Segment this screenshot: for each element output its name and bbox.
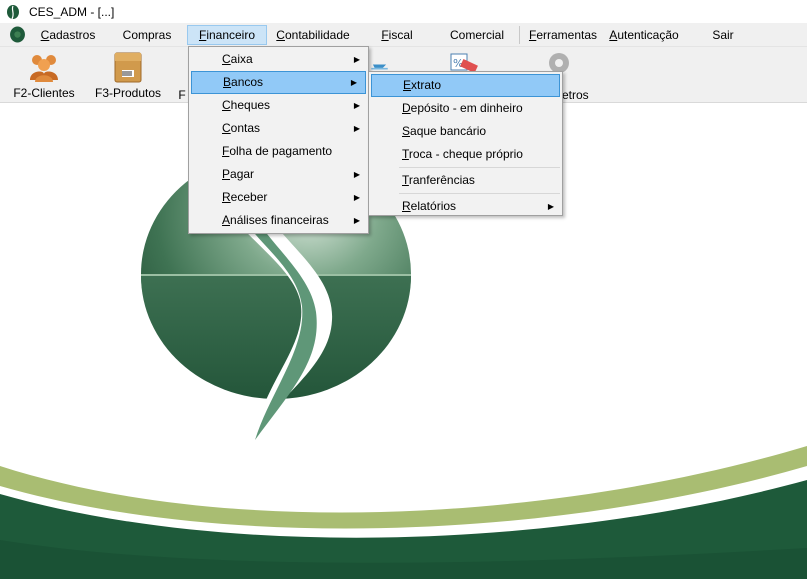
- toolbar-clientes-label: F2-Clientes: [13, 86, 75, 100]
- toolbar-produtos-button[interactable]: F3-Produtos: [92, 50, 164, 102]
- menu-bar: Cadastros Compras Financeiro Contabilida…: [0, 23, 807, 47]
- menu-item-contas[interactable]: Contas ▶: [189, 117, 368, 140]
- financeiro-dropdown-menu: Caixa ▶ Bancos ▶ Cheques ▶ Contas ▶ Folh…: [188, 46, 369, 234]
- menu-autenticacao[interactable]: Autenticação: [605, 25, 683, 45]
- menu-compras[interactable]: Compras: [115, 25, 179, 45]
- menu-item-relatorios[interactable]: Relatórios ▶: [369, 195, 562, 218]
- submenu-arrow-icon: ▶: [353, 101, 360, 110]
- clients-icon: [30, 55, 58, 82]
- toolbar-partial-button[interactable]: F: [176, 50, 188, 102]
- menu-item-folha-de-pagamento[interactable]: Folha de pagamento: [189, 140, 368, 163]
- menu-comercial[interactable]: Comercial: [443, 25, 511, 45]
- submenu-arrow-icon: ▶: [353, 124, 360, 133]
- menu-item-caixa[interactable]: Caixa ▶: [189, 48, 368, 71]
- app-leaf-icon: [7, 4, 19, 19]
- menu-separator: [399, 167, 560, 168]
- bancos-submenu: Extrato Depósito - em dinheiro Saque ban…: [368, 71, 563, 216]
- menu-separator: [519, 26, 520, 44]
- menu-separator: [399, 193, 560, 194]
- title-bar: CES_ADM - [...]: [0, 0, 807, 23]
- menu-item-pagar[interactable]: Pagar ▶: [189, 163, 368, 186]
- submenu-arrow-icon: ▶: [353, 55, 360, 64]
- mdi-system-icon[interactable]: [9, 26, 26, 43]
- window-title: CES_ADM - [...]: [29, 4, 115, 19]
- menu-sair[interactable]: Sair: [706, 25, 740, 45]
- menu-fiscal[interactable]: Fiscal: [370, 25, 424, 45]
- products-box-icon: [114, 52, 142, 83]
- toolbar-partial-label: F: [178, 88, 186, 102]
- menu-item-saque-bancario[interactable]: Saque bancário: [369, 120, 562, 143]
- menu-item-analises-financeiras[interactable]: Análises financeiras ▶: [189, 209, 368, 232]
- menu-contabilidade[interactable]: Contabilidade: [270, 25, 356, 45]
- toolbar-parametros-label: etros: [562, 88, 589, 102]
- submenu-arrow-icon: ▶: [353, 193, 360, 202]
- submenu-arrow-icon: ▶: [353, 216, 360, 225]
- menu-item-tranferencias[interactable]: Tranferências: [369, 169, 562, 192]
- menu-item-troca-cheque-proprio[interactable]: Troca - cheque próprio: [369, 143, 562, 166]
- submenu-arrow-icon: ▶: [353, 170, 360, 179]
- submenu-arrow-icon: ▶: [350, 78, 357, 87]
- menu-cadastros[interactable]: Cadastros: [37, 25, 99, 45]
- toolbar-produtos-label: F3-Produtos: [94, 86, 162, 100]
- submenu-arrow-icon: ▶: [547, 202, 554, 211]
- toolbar-clientes-button[interactable]: F2-Clientes: [10, 50, 78, 102]
- menu-item-extrato[interactable]: Extrato: [371, 74, 560, 97]
- menu-item-cheques[interactable]: Cheques ▶: [189, 94, 368, 117]
- menu-item-bancos[interactable]: Bancos ▶: [191, 71, 366, 94]
- menu-ferramentas[interactable]: Ferramentas: [527, 25, 599, 45]
- decorative-waves: [0, 446, 807, 579]
- menu-item-deposito-em-dinheiro[interactable]: Depósito - em dinheiro: [369, 97, 562, 120]
- menu-financeiro[interactable]: Financeiro: [187, 25, 267, 45]
- menu-item-receber[interactable]: Receber ▶: [189, 186, 368, 209]
